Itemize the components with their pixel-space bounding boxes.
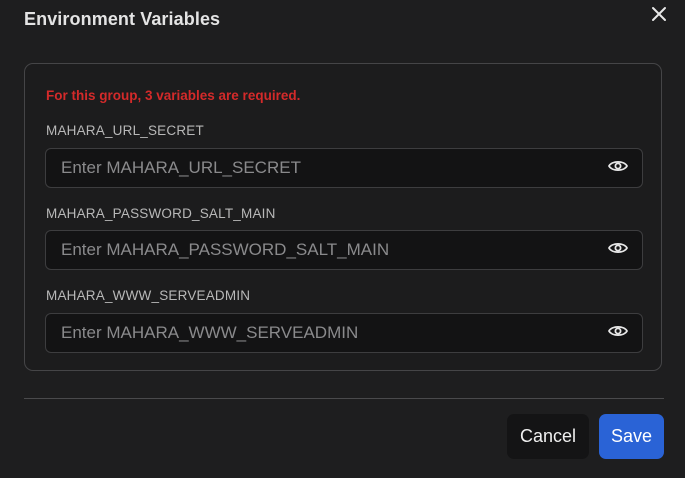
password-salt-main-field-box — [45, 230, 643, 270]
close-icon — [650, 5, 668, 28]
password-salt-main-toggle-visibility-button[interactable] — [607, 239, 629, 261]
www-serveadmin-input[interactable] — [46, 314, 596, 352]
close-button[interactable] — [647, 4, 671, 28]
www-serveadmin-toggle-visibility-button[interactable] — [607, 322, 629, 344]
eye-icon — [607, 324, 629, 343]
cancel-button[interactable]: Cancel — [507, 414, 589, 459]
environment-variables-dialog: Environment Variables For this group, 3 … — [0, 0, 685, 478]
url-secret-input[interactable] — [46, 149, 596, 187]
footer-divider — [24, 398, 664, 399]
url-secret-toggle-visibility-button[interactable] — [607, 157, 629, 179]
field-label-url-secret: MAHARA_URL_SECRET — [46, 123, 204, 138]
www-serveadmin-field-box — [45, 313, 643, 353]
field-label-www-serveadmin: MAHARA_WWW_SERVEADMIN — [46, 288, 251, 303]
password-salt-main-input[interactable] — [46, 231, 596, 269]
save-button[interactable]: Save — [599, 414, 664, 459]
eye-icon — [607, 159, 629, 178]
dialog-title: Environment Variables — [24, 9, 221, 29]
requirement-message: For this group, 3 variables are required… — [46, 88, 301, 103]
field-label-password-salt-main: MAHARA_PASSWORD_SALT_MAIN — [46, 206, 276, 221]
url-secret-field-box — [45, 148, 643, 188]
variables-group: For this group, 3 variables are required… — [24, 63, 662, 371]
eye-icon — [607, 241, 629, 260]
